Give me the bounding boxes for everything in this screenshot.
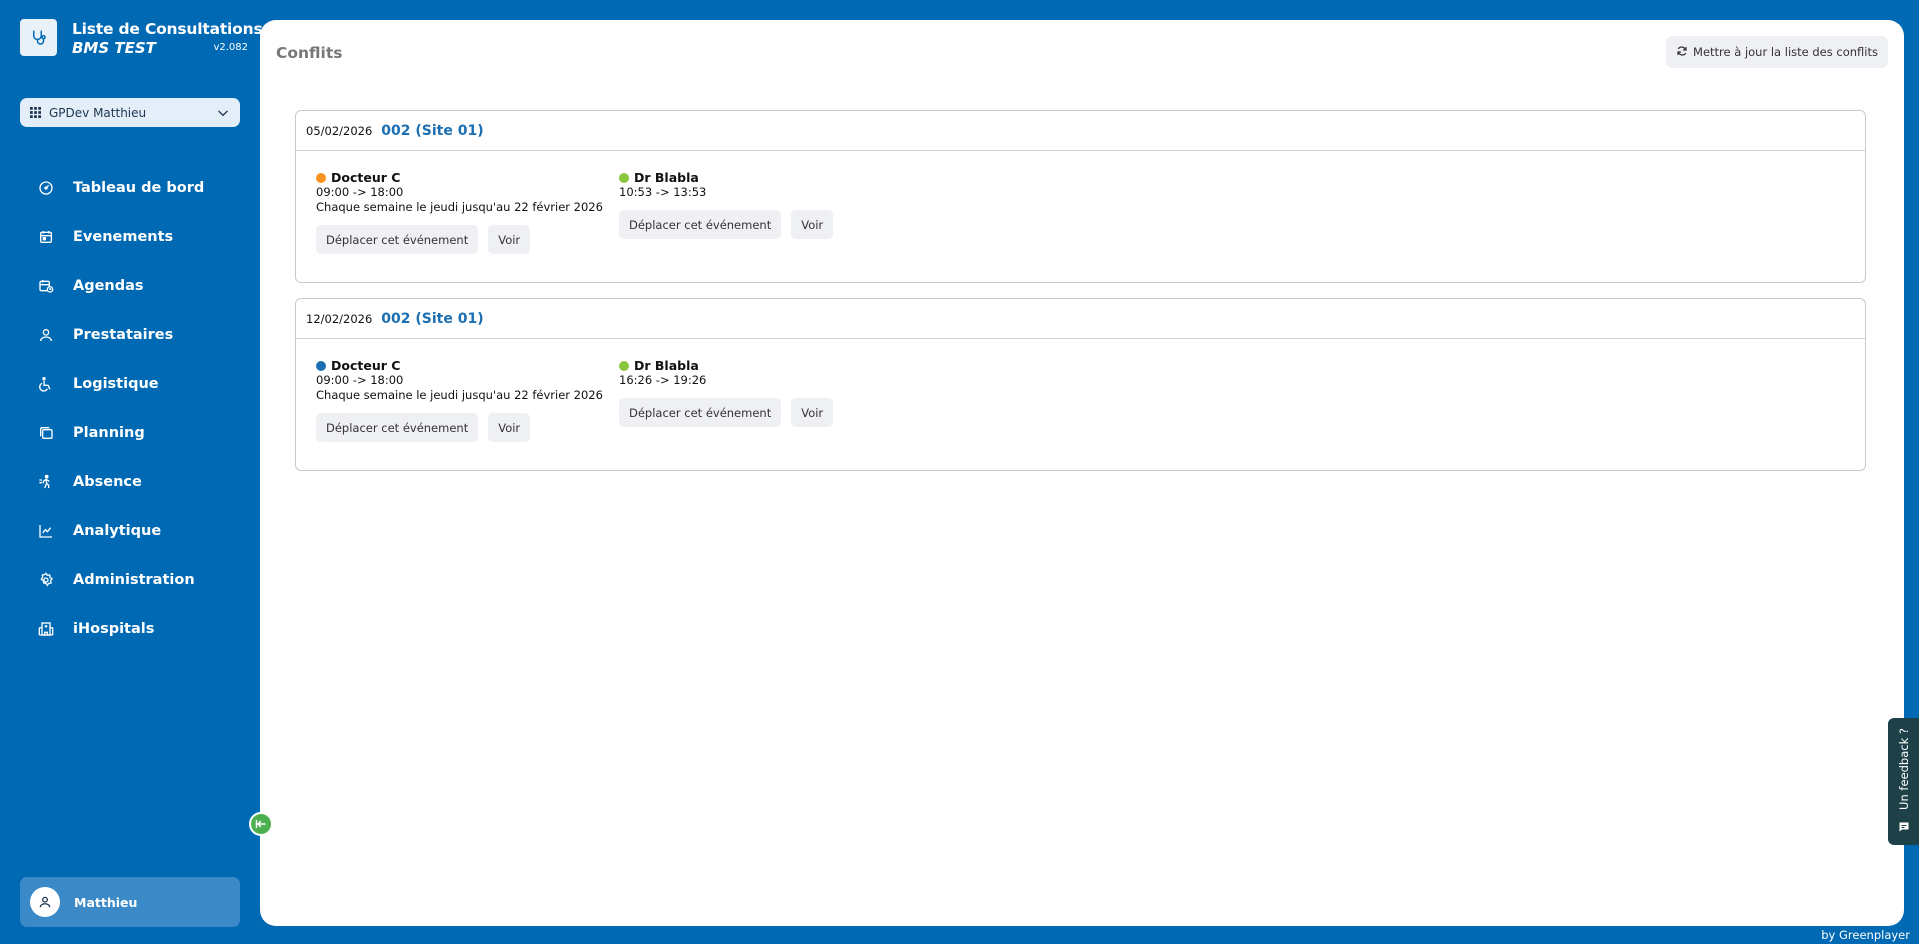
sidebar-item-label: Planning xyxy=(73,424,145,441)
footer-credit: by Greenplayer xyxy=(1821,928,1910,942)
sidebar-nav: Tableau de bord Evenements Agendas Prest… xyxy=(0,163,260,653)
hospital-icon xyxy=(37,620,55,638)
event-color-dot xyxy=(316,360,326,371)
sidebar-item-evenements[interactable]: Evenements xyxy=(0,212,260,261)
app-subtitle: BMS TEST xyxy=(72,39,156,57)
event-color-dot xyxy=(316,172,326,183)
user-icon xyxy=(37,326,55,344)
site-select-value: GPDev Matthieu xyxy=(49,105,147,120)
conflict-event: Dr Blabla 16:26 -> 19:26 Déplacer cet év… xyxy=(619,358,834,427)
move-event-button[interactable]: Déplacer cet événement xyxy=(316,413,479,442)
chart-icon xyxy=(37,522,55,540)
sidebar-item-label: Absence xyxy=(73,473,142,490)
gear-icon xyxy=(37,571,55,589)
sidebar-item-label: Tableau de bord xyxy=(73,179,205,196)
sidebar-item-label: Administration xyxy=(73,571,195,588)
view-event-button[interactable]: Voir xyxy=(488,413,531,442)
sidebar-item-label: Prestataires xyxy=(73,326,174,343)
chat-icon xyxy=(1898,818,1910,837)
brand[interactable]: Liste de Consultations BMS TEST v2.082 xyxy=(20,19,263,59)
refresh-conflicts-button[interactable]: Mettre à jour la liste des conflits xyxy=(1666,36,1888,68)
sidebar-item-absence[interactable]: Absence xyxy=(0,457,260,506)
conflict-card-body: Docteur C 09:00 -> 18:00 Chaque semaine … xyxy=(296,339,1865,470)
sidebar-item-label: Analytique xyxy=(73,522,162,539)
conflict-card-header: 12/02/2026 002 (Site 01) xyxy=(296,299,1865,339)
user-name: Matthieu xyxy=(74,894,138,910)
main-panel: Conflits Mettre à jour la liste des conf… xyxy=(260,20,1904,926)
dashboard-icon xyxy=(37,179,55,197)
site-select[interactable]: GPDev Matthieu xyxy=(20,98,240,127)
user-profile[interactable]: Matthieu xyxy=(20,877,240,927)
conflict-site: 002 (Site 01) xyxy=(381,122,484,139)
calendar-clock-icon xyxy=(37,277,55,295)
walking-icon xyxy=(37,473,55,491)
stack-icon xyxy=(37,424,55,442)
page-title: Conflits xyxy=(276,44,343,62)
refresh-label: Mettre à jour la liste des conflits xyxy=(1693,45,1878,59)
event-time: 10:53 -> 13:53 xyxy=(619,185,707,199)
event-recurrence: Chaque semaine le jeudi jusqu'au 22 févr… xyxy=(316,388,603,402)
move-event-button[interactable]: Déplacer cet événement xyxy=(316,225,479,254)
sidebar: Liste de Consultations BMS TEST v2.082 G… xyxy=(0,0,263,944)
avatar xyxy=(30,887,60,917)
sidebar-item-ihospitals[interactable]: iHospitals xyxy=(0,604,260,653)
feedback-label: Un feedback ? xyxy=(1896,728,1911,810)
sidebar-item-agendas[interactable]: Agendas xyxy=(0,261,260,310)
event-time: 09:00 -> 18:00 xyxy=(316,373,404,387)
app-title: Liste de Consultations xyxy=(72,20,263,38)
event-name: Dr Blabla xyxy=(634,358,699,373)
event-color-dot xyxy=(619,172,629,183)
refresh-icon xyxy=(1676,45,1688,60)
event-name: Dr Blabla xyxy=(634,170,699,185)
conflict-date: 05/02/2026 xyxy=(306,123,373,138)
conflict-card-header: 05/02/2026 002 (Site 01) xyxy=(296,111,1865,151)
move-event-button[interactable]: Déplacer cet événement xyxy=(619,210,782,239)
conflict-card-body: Docteur C 09:00 -> 18:00 Chaque semaine … xyxy=(296,151,1865,282)
chevron-down-icon xyxy=(216,106,230,120)
sidebar-item-administration[interactable]: Administration xyxy=(0,555,260,604)
feedback-tab[interactable]: Un feedback ? xyxy=(1888,718,1919,845)
move-event-button[interactable]: Déplacer cet événement xyxy=(619,398,782,427)
conflict-site: 002 (Site 01) xyxy=(381,310,484,327)
stethoscope-icon xyxy=(20,19,57,56)
conflict-date: 12/02/2026 xyxy=(306,311,373,326)
sidebar-item-planning[interactable]: Planning xyxy=(0,408,260,457)
collapse-sidebar-button[interactable] xyxy=(249,812,273,836)
event-name: Docteur C xyxy=(331,358,401,373)
event-name: Docteur C xyxy=(331,170,401,185)
app-version: v2.082 xyxy=(213,42,248,53)
conflict-event: Dr Blabla 10:53 -> 13:53 Déplacer cet év… xyxy=(619,170,834,239)
sidebar-item-label: iHospitals xyxy=(73,620,155,637)
event-time: 16:26 -> 19:26 xyxy=(619,373,707,387)
sidebar-item-analytique[interactable]: Analytique xyxy=(0,506,260,555)
sidebar-item-prestataires[interactable]: Prestataires xyxy=(0,310,260,359)
conflict-event: Docteur C 09:00 -> 18:00 Chaque semaine … xyxy=(316,358,603,442)
sidebar-item-label: Evenements xyxy=(73,228,174,245)
grid-icon xyxy=(30,107,41,118)
sidebar-item-label: Logistique xyxy=(73,375,159,392)
calendar-icon xyxy=(37,228,55,246)
conflict-card: 05/02/2026 002 (Site 01) Docteur C 09:00… xyxy=(295,110,1866,283)
sidebar-item-label: Agendas xyxy=(73,277,144,294)
view-event-button[interactable]: Voir xyxy=(791,210,834,239)
wheelchair-icon xyxy=(37,375,55,393)
sidebar-item-logistique[interactable]: Logistique xyxy=(0,359,260,408)
conflict-card: 12/02/2026 002 (Site 01) Docteur C 09:00… xyxy=(295,298,1866,471)
view-event-button[interactable]: Voir xyxy=(488,225,531,254)
conflict-event: Docteur C 09:00 -> 18:00 Chaque semaine … xyxy=(316,170,603,254)
event-time: 09:00 -> 18:00 xyxy=(316,185,404,199)
event-recurrence: Chaque semaine le jeudi jusqu'au 22 févr… xyxy=(316,200,603,214)
view-event-button[interactable]: Voir xyxy=(791,398,834,427)
event-color-dot xyxy=(619,360,629,371)
sidebar-item-tableau-de-bord[interactable]: Tableau de bord xyxy=(0,163,260,212)
